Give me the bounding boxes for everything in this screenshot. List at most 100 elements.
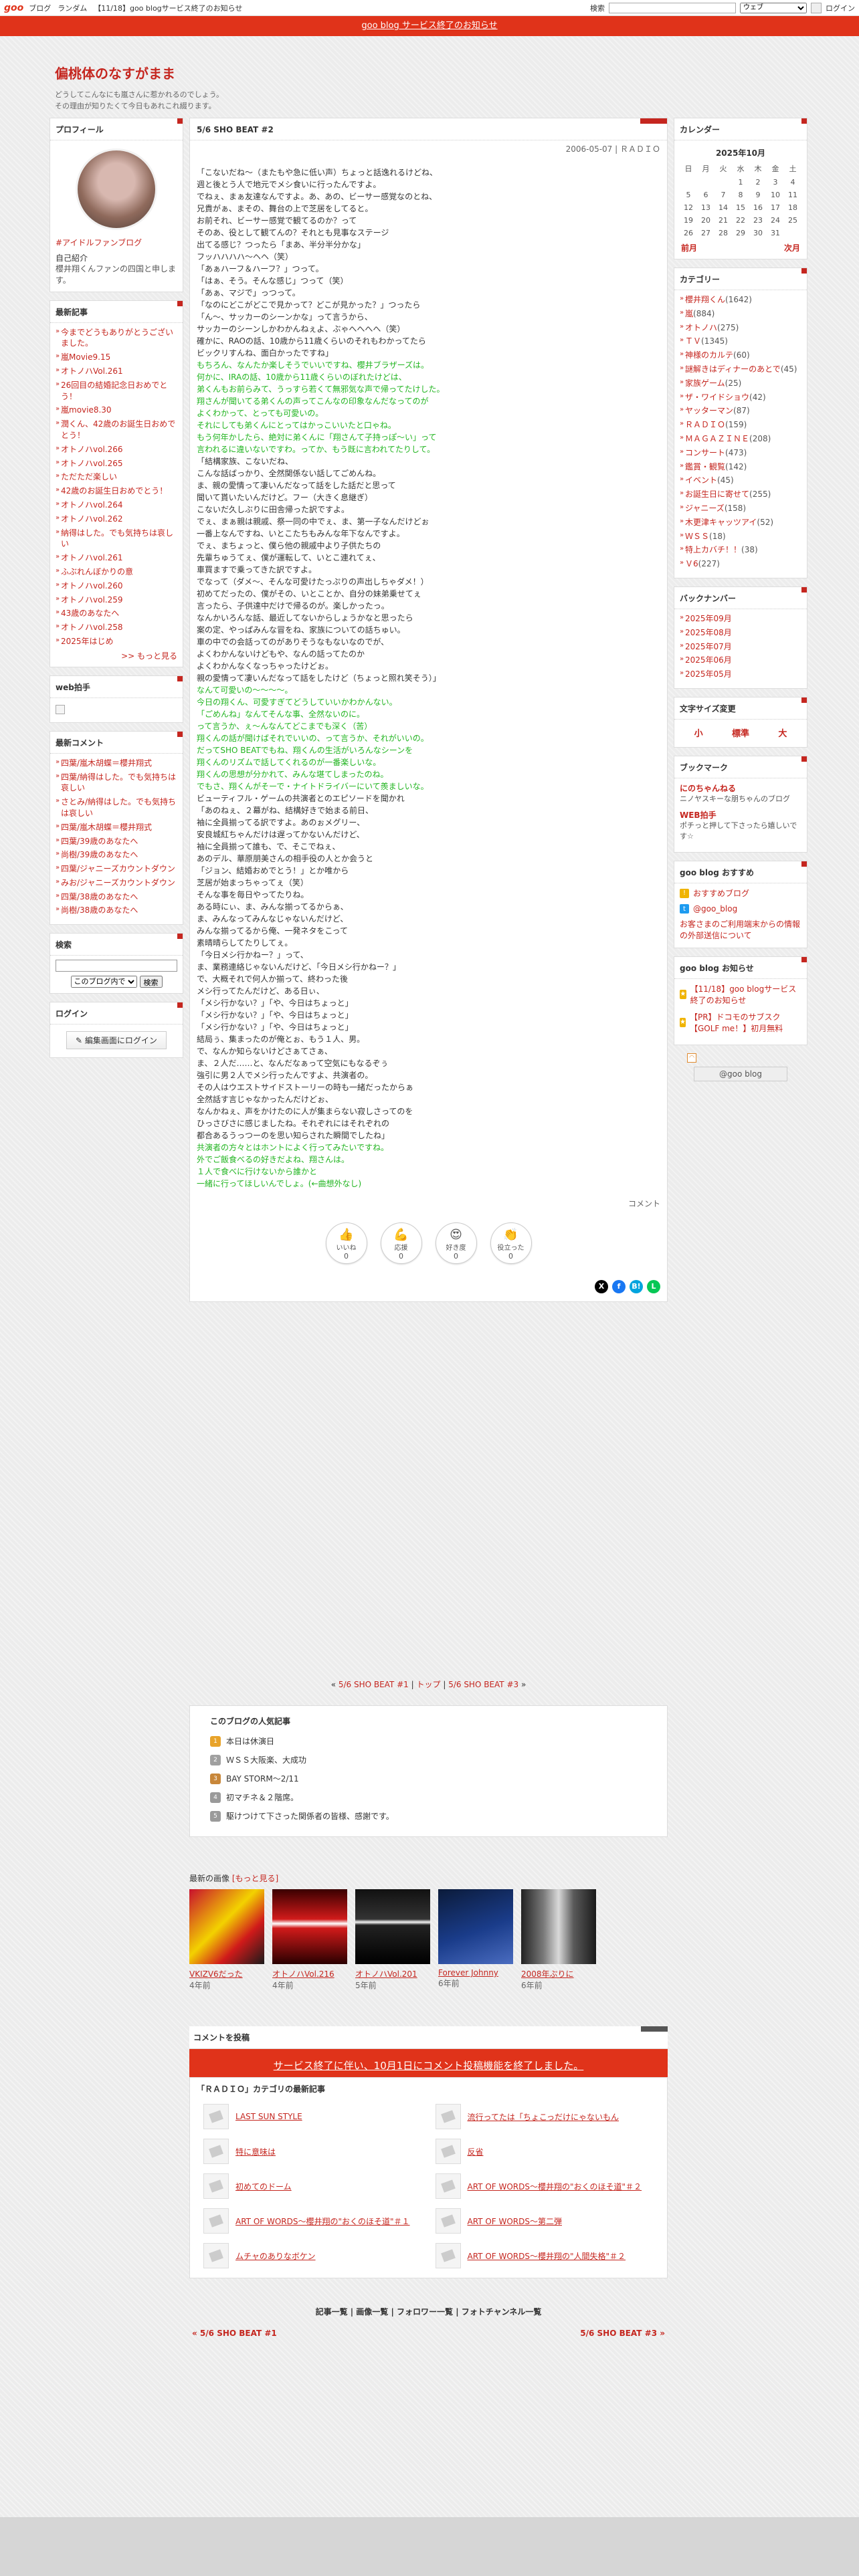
category-item[interactable]: 家族ゲーム(25)	[680, 378, 801, 389]
recent-comment-item[interactable]: みお/ジャニーズカウントダウン	[56, 877, 177, 889]
recent-images-more-link[interactable]: [もっと見る]	[232, 1874, 278, 1883]
category-latest-item[interactable]: 流行ってたは「ちょこっだけにゃないもん	[435, 2104, 654, 2129]
reaction-button[interactable]: 👍 いいね 0	[325, 1222, 367, 1264]
goo-blog-badge[interactable]: @goo blog	[694, 1066, 787, 1081]
recent-image-caption[interactable]: オトノハVol.216	[272, 1968, 347, 1979]
backnumber-item[interactable]: 2025年06月	[680, 655, 801, 666]
recent-post-item[interactable]: 嵐movie8.30	[56, 405, 177, 416]
blog-search-input[interactable]	[56, 960, 177, 972]
topbar-link-random[interactable]: ランダム	[58, 3, 87, 13]
popular-article-item[interactable]: 5 駆けつけて下さった関係者の皆様、感謝です。	[210, 1807, 667, 1826]
recent-post-item[interactable]: オトノハvol.260	[56, 580, 177, 592]
privacy-notice-link[interactable]: お客さまのご利用端末からの情報の外部送信について	[680, 919, 801, 942]
category-item[interactable]: 櫻井翔くん(1642)	[680, 294, 801, 306]
hatena-share-icon[interactable]: B!	[630, 1280, 643, 1293]
category-latest-item[interactable]: ART OF WORDS～櫻井翔の"人間失格"＃２	[435, 2243, 654, 2268]
pager-prev-link[interactable]: 5/6 SHO BEAT #1	[339, 1680, 409, 1689]
category-item[interactable]: お誕生日に寄せて(255)	[680, 489, 801, 500]
category-item[interactable]: 特上カバチ！！(38)	[680, 544, 801, 556]
recent-comment-item[interactable]: 四葉/38歳のあなたへ	[56, 891, 177, 903]
category-latest-link[interactable]: LAST SUN STYLE	[235, 2112, 302, 2121]
reaction-button[interactable]: 👏 役立った 0	[490, 1222, 532, 1264]
recent-image-item[interactable]: Forever Johnny 6年前	[438, 1889, 513, 1991]
category-item[interactable]: ＭＡＧＡＺＩＮＥ(208)	[680, 433, 801, 445]
recent-comment-item[interactable]: 四葉/嵐木胡蝶＝櫻井翔式	[56, 758, 177, 769]
fontsize-large[interactable]: 大	[778, 726, 787, 739]
recent-comment-item[interactable]: 尚樹/38歳のあなたへ	[56, 905, 177, 916]
category-latest-link[interactable]: 特に意味は	[235, 2146, 276, 2157]
recent-post-item[interactable]: オトノハvol.258	[56, 622, 177, 633]
recent-post-item[interactable]: オトノハvol.265	[56, 458, 177, 469]
recent-image-item[interactable]: オトノハVol.201 5年前	[355, 1889, 430, 1991]
topbar-search-scope[interactable]: ウェブ	[740, 2, 807, 13]
recent-comment-item[interactable]: 四葉/ジャニーズカウントダウン	[56, 863, 177, 875]
category-item[interactable]: ザ・ワイドショウ(42)	[680, 392, 801, 403]
category-latest-item[interactable]: 反省	[435, 2139, 654, 2164]
profile-name[interactable]: #アイドルファンブログ	[56, 237, 177, 248]
category-latest-link[interactable]: ART OF WORDS～櫻井翔の"おくのほそ道"＃１	[235, 2216, 410, 2227]
recent-post-item[interactable]: 今までどうもありがとうございました。	[56, 327, 177, 350]
edit-login-button[interactable]: ✎ 編集画面にログイン	[66, 1031, 167, 1050]
popular-article-item[interactable]: 3 BAY STORM～2/11	[210, 1769, 667, 1788]
recent-post-item[interactable]: オトノハvol.264	[56, 500, 177, 511]
blog-search-scope[interactable]: このブログ内で	[70, 976, 137, 988]
reaction-button[interactable]: 💪 応援 0	[380, 1222, 422, 1264]
category-latest-link[interactable]: ART OF WORDS～第二弾	[468, 2216, 563, 2227]
footer-next-link[interactable]: 5/6 SHO BEAT #3 »	[580, 2329, 665, 2338]
category-item[interactable]: 神様のカルテ(60)	[680, 350, 801, 361]
category-latest-item[interactable]: ART OF WORDS～第二弾	[435, 2208, 654, 2234]
recent-comment-item[interactable]: 四葉/嵐木胡蝶＝櫻井翔式	[56, 822, 177, 833]
category-item[interactable]: 謎解きはディナーのあとで(45)	[680, 364, 801, 375]
recent-post-item[interactable]: オトノハvol.262	[56, 514, 177, 525]
recent-post-item[interactable]: オトノハvol.261	[56, 552, 177, 564]
recent-post-item[interactable]: 2025年はじめ	[56, 636, 177, 647]
pager-top-link[interactable]: トップ	[416, 1680, 440, 1689]
popular-article-item[interactable]: 4 初マチネ＆２階席。	[210, 1788, 667, 1807]
topbar-login-icon[interactable]	[811, 2, 822, 13]
goo-logo[interactable]: goo	[4, 3, 23, 13]
category-item[interactable]: 木更津キャッツアイ(52)	[680, 517, 801, 528]
x-share-icon[interactable]: X	[595, 1280, 608, 1293]
recent-image-item[interactable]: VKIZV6だった 4年前	[189, 1889, 264, 1991]
recent-posts-more-link[interactable]: >> もっと見る	[56, 650, 177, 661]
recent-image-caption[interactable]: VKIZV6だった	[189, 1968, 264, 1979]
recent-post-item[interactable]: オトノハvol.266	[56, 444, 177, 455]
footer-prev-link[interactable]: « 5/6 SHO BEAT #1	[192, 2329, 277, 2338]
bookmark-link[interactable]: にのちゃんねる	[680, 782, 801, 794]
topbar-link-blog[interactable]: ブログ	[29, 3, 51, 13]
category-latest-link[interactable]: 流行ってたは「ちょこっだけにゃないもん	[468, 2111, 619, 2123]
recent-post-item[interactable]: オトノハvol.259	[56, 595, 177, 606]
web-clap-image[interactable]	[56, 704, 65, 714]
category-latest-item[interactable]: ムチャのありなボケン	[203, 2243, 422, 2268]
recent-post-item[interactable]: ただただ楽しい	[56, 471, 177, 483]
category-item[interactable]: イベント(45)	[680, 475, 801, 486]
recent-image-thumbnail[interactable]	[438, 1889, 513, 1964]
recent-comment-item[interactable]: 尚樹/39歳のあなたへ	[56, 849, 177, 861]
footer-links[interactable]: 記事一覧 | 画像一覧 | フォロワー一覧 | フォトチャンネル一覧	[189, 2306, 668, 2317]
category-latest-link[interactable]: ART OF WORDS～櫻井翔の"人間失格"＃２	[468, 2250, 626, 2262]
recent-image-item[interactable]: オトノハVol.216 4年前	[272, 1889, 347, 1991]
line-share-icon[interactable]: L	[647, 1280, 660, 1293]
recent-image-thumbnail[interactable]	[189, 1889, 264, 1964]
blog-search-button[interactable]: 検索	[139, 976, 163, 988]
recent-post-item[interactable]: 納得はした。でも気持ちは哀しい	[56, 528, 177, 550]
goo-news-item[interactable]: ★ 【PR】ドコモのサブスク【GOLF me！】初月無料	[680, 1011, 801, 1034]
category-item[interactable]: ＷＳＳ(18)	[680, 531, 801, 542]
rss-icon[interactable]: ◠	[687, 1053, 696, 1063]
recent-comment-item[interactable]: さとみ/納得はした。でも気持ちは哀しい	[56, 796, 177, 819]
recent-image-thumbnail[interactable]	[272, 1889, 347, 1964]
recent-post-item[interactable]: 26回目の結婚記念日おめでとう！	[56, 380, 177, 403]
recent-comment-item[interactable]: 四葉/39歳のあなたへ	[56, 836, 177, 847]
category-latest-link[interactable]: ART OF WORDS～櫻井翔の"おくのほそ道"＃２	[468, 2181, 642, 2192]
backnumber-item[interactable]: 2025年07月	[680, 641, 801, 653]
category-latest-item[interactable]: LAST SUN STYLE	[203, 2104, 422, 2129]
topbar-login-link[interactable]: ログイン	[826, 3, 855, 13]
blog-title[interactable]: 偏桃体のなすがまま	[55, 63, 859, 82]
recent-image-thumbnail[interactable]	[521, 1889, 596, 1964]
fontsize-small[interactable]: 小	[694, 726, 703, 739]
topbar-link-notice[interactable]: 【11/18】goo blogサービス終了のお知らせ	[94, 3, 242, 13]
category-item[interactable]: ＴＶ(1345)	[680, 336, 801, 347]
bookmark-link[interactable]: WEB拍手	[680, 809, 801, 821]
facebook-share-icon[interactable]: f	[612, 1280, 626, 1293]
category-item[interactable]: 鑑賞・観覧(142)	[680, 461, 801, 473]
